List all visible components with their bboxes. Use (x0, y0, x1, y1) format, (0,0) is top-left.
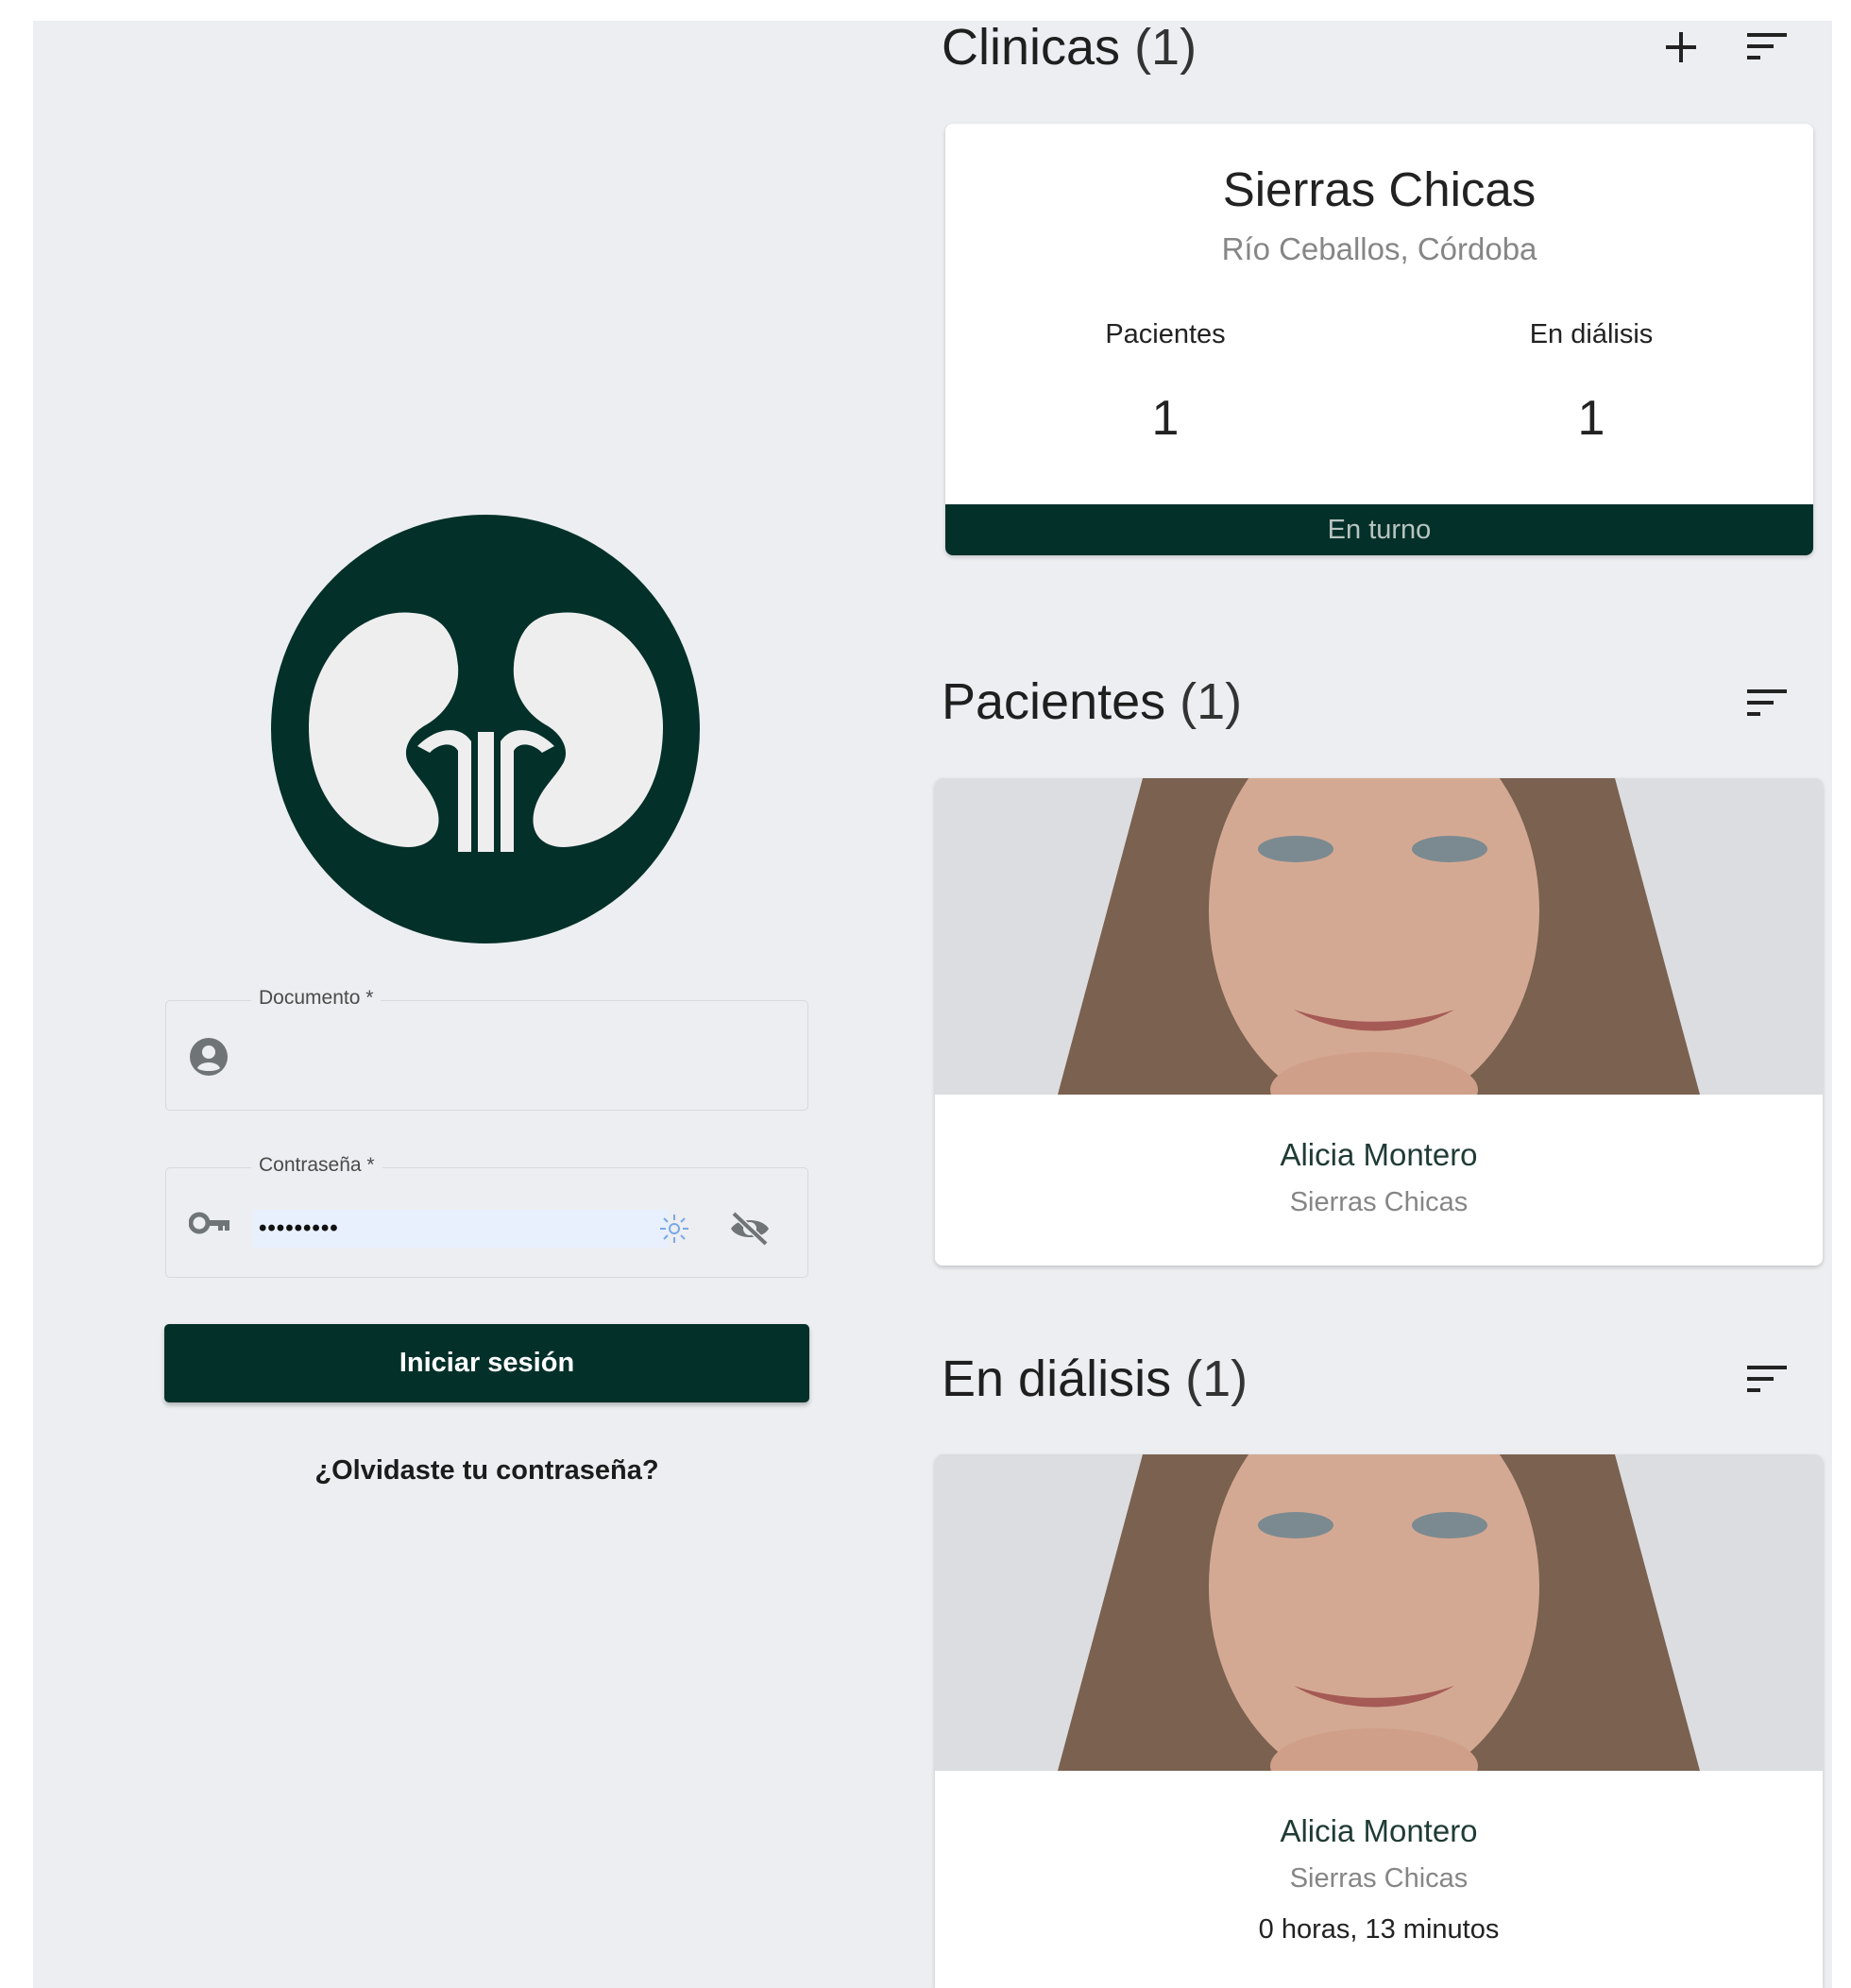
patient-photo (935, 1454, 1823, 1771)
dialysis-count: (1) (1185, 1351, 1248, 1407)
clinics-section-title: Clinicas (1) (942, 19, 1197, 76)
document-label: Documento * (251, 987, 382, 1010)
document-input[interactable] (253, 1037, 786, 1077)
eye-off-icon[interactable] (728, 1210, 772, 1248)
patients-section-title: Pacientes (1) (942, 673, 1242, 730)
password-label: Contraseña * (251, 1154, 382, 1177)
kidney-logo-icon (271, 515, 700, 943)
clinic-location: Río Ceballos, Córdoba (1221, 231, 1537, 266)
password-field[interactable]: Contraseña * (165, 1154, 808, 1278)
dialysis-title-text: En diálisis (942, 1351, 1172, 1407)
sort-icon[interactable] (1747, 688, 1787, 718)
dialysis-patient-card[interactable]: Alicia Montero Sierras Chicas 0 horas, 1… (935, 1454, 1823, 1988)
patient-clinic: Sierras Chicas (1289, 1863, 1469, 1894)
patient-name: Alicia Montero (1280, 1813, 1478, 1848)
patient-clinic: Sierras Chicas (1289, 1187, 1469, 1217)
sort-icon[interactable] (1747, 31, 1787, 61)
patients-count: (1) (1180, 673, 1243, 730)
forgot-password-link[interactable]: ¿Olvidaste tu contraseña? (165, 1455, 808, 1487)
dialysis-duration: 0 horas, 13 minutos (1258, 1914, 1500, 1945)
key-icon (189, 1212, 229, 1234)
document-field[interactable]: Documento * (165, 987, 808, 1111)
patients-stat-value: 1 (1151, 391, 1180, 446)
dialysis-stat-label: En diálisis (1529, 319, 1654, 349)
dialysis-section-title: En diálisis (1) (942, 1351, 1248, 1407)
clinic-status-bar: En turno (945, 504, 1813, 555)
patient-name: Alicia Montero (1280, 1137, 1478, 1172)
clinics-count: (1) (1134, 19, 1197, 76)
dialysis-stat-value: 1 (1577, 391, 1605, 446)
clinics-title-text: Clinicas (942, 19, 1121, 76)
patient-photo (935, 778, 1823, 1095)
clinic-name: Sierras Chicas (1222, 162, 1537, 216)
patients-title-text: Pacientes (942, 673, 1166, 730)
password-input[interactable] (259, 1210, 542, 1248)
sort-icon[interactable] (1747, 1364, 1787, 1394)
patient-card[interactable]: Alicia Montero Sierras Chicas (935, 778, 1823, 1266)
clinic-card[interactable]: Sierras Chicas Río Ceballos, Córdoba Pac… (945, 124, 1813, 555)
password-manager-icon[interactable] (657, 1212, 691, 1246)
login-button[interactable]: Iniciar sesión (164, 1324, 809, 1402)
patients-stat-label: Pacientes (1105, 319, 1226, 349)
add-clinic-button[interactable] (1664, 30, 1698, 64)
account-circle-icon (190, 1038, 228, 1076)
